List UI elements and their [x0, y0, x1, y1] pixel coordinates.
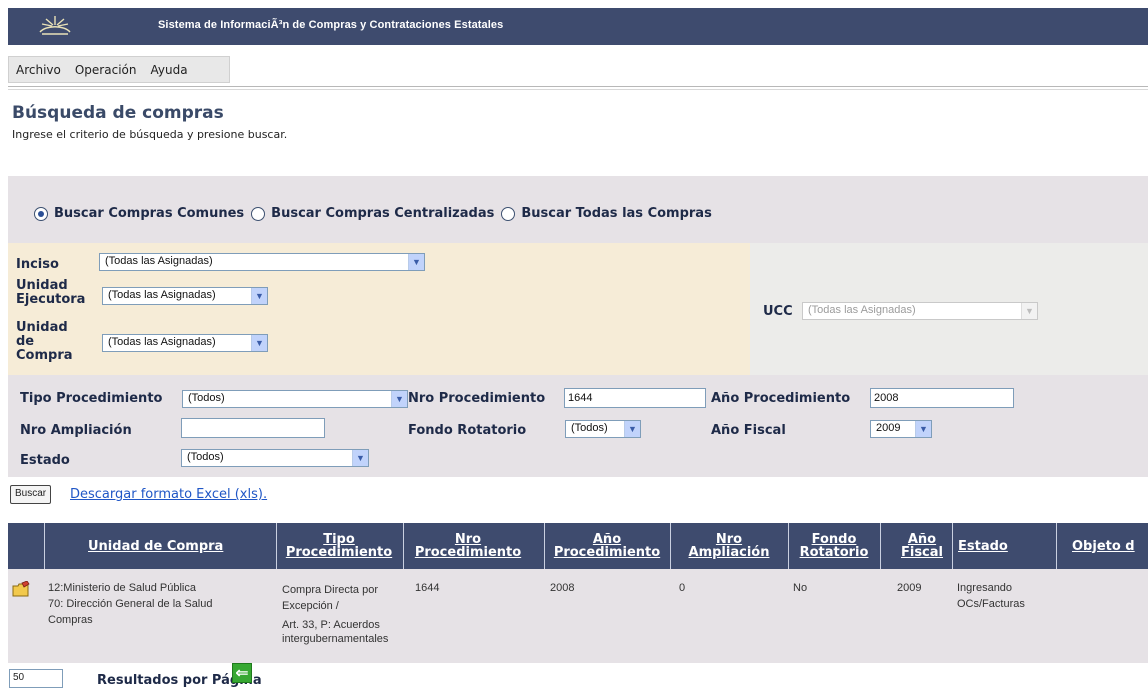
sun-logo-icon [39, 16, 71, 35]
estado-label: Estado [20, 453, 70, 468]
edit-folder-icon[interactable] [12, 581, 30, 597]
column-separator [44, 523, 45, 569]
ucc-panel: UCC (Todas las Asignadas) ▼ [750, 243, 1148, 375]
column-separator [952, 523, 953, 569]
cell-estado: Ingresando OCs/Facturas [957, 582, 1025, 610]
chevron-down-icon: ▼ [251, 288, 267, 304]
col-estado[interactable]: Estado [958, 523, 1048, 569]
cell-anio-fiscal: 2009 [897, 582, 922, 594]
cell-nro-ampliacion: 0 [679, 582, 686, 594]
cell-anio-procedimiento: 2008 [550, 582, 575, 594]
app-header: Sistema de InformaciÃ³n de Compras y Con… [8, 8, 1148, 45]
estado-select[interactable]: (Todos) ▼ [181, 449, 369, 467]
unidad-ejecutora-label: Unidad Ejecutora [16, 278, 86, 307]
column-separator [1056, 523, 1057, 569]
tipo-procedimiento-select[interactable]: (Todos) ▼ [182, 390, 408, 408]
menu-ayuda[interactable]: Ayuda [143, 63, 194, 77]
ucc-label: UCC [763, 304, 793, 319]
inciso-select[interactable]: (Todas las Asignadas) ▼ [99, 253, 425, 271]
chevron-down-icon: ▼ [352, 450, 368, 466]
radio-compras-comunes-label[interactable]: Buscar Compras Comunes [54, 206, 244, 221]
menu-divider [8, 86, 1148, 90]
organization-filter-panel: Inciso (Todas las Asignadas) ▼ Unidad Ej… [8, 243, 750, 375]
nro-ampliacion-input[interactable] [181, 418, 325, 438]
nro-ampliacion-label: Nro Ampliación [20, 423, 132, 438]
radio-compras-centralizadas[interactable] [251, 206, 266, 221]
search-scope-panel: Buscar Compras Comunes Buscar Compras Ce… [8, 176, 1148, 243]
unidad-compra-select[interactable]: (Todas las Asignadas) ▼ [102, 334, 268, 352]
unidad-ejecutora-select[interactable]: (Todas las Asignadas) ▼ [102, 287, 268, 305]
column-separator [880, 523, 881, 569]
menu-bar: Archivo Operación Ayuda [8, 56, 230, 83]
col-anio-fiscal[interactable]: Año Fiscal [892, 523, 952, 569]
cell-fondo-rotatorio: No [793, 582, 808, 594]
fondo-rotatorio-select[interactable]: (Todos) ▼ [565, 420, 641, 438]
anio-procedimiento-label: Año Procedimiento [711, 391, 851, 406]
chevron-down-icon: ▼ [624, 421, 640, 437]
col-nro-ampliacion[interactable]: Nro Ampliación [670, 523, 788, 569]
col-unidad-compra[interactable]: Unidad de Compra [88, 523, 268, 569]
arrow-left-icon[interactable]: ⇐ [232, 663, 252, 683]
results-per-page-input[interactable]: 50 [9, 669, 63, 688]
menu-archivo[interactable]: Archivo [9, 63, 68, 77]
anio-procedimiento-input[interactable]: 2008 [870, 388, 1014, 408]
page-subtitle: Ingrese el criterio de búsqueda y presio… [12, 128, 288, 141]
tipo-procedimiento-label: Tipo Procedimiento [20, 391, 163, 406]
unidad-compra-label: Unidad de Compra [16, 320, 73, 363]
anio-fiscal-label: Año Fiscal [711, 423, 786, 438]
col-tipo-procedimiento[interactable]: Tipo Procedimiento [276, 523, 402, 569]
inciso-label: Inciso [16, 257, 59, 272]
col-objeto[interactable]: Objeto d [1072, 523, 1148, 569]
nro-procedimiento-input[interactable]: 1644 [564, 388, 706, 408]
radio-compras-comunes[interactable] [34, 206, 48, 221]
cell-tipo-procedimiento: Compra Directa por Excepción / Art. 33, … [282, 584, 389, 645]
chevron-down-icon: ▼ [915, 421, 931, 437]
radio-todas-compras-label[interactable]: Buscar Todas las Compras [521, 206, 711, 221]
cell-nro-procedimiento: 1644 [415, 582, 440, 594]
ucc-select[interactable]: (Todas las Asignadas) ▼ [802, 302, 1038, 320]
buscar-button[interactable]: Buscar [10, 485, 52, 504]
menu-operacion[interactable]: Operación [68, 63, 144, 77]
procedure-filter-panel: Tipo Procedimiento (Todos) ▼ Nro Procedi… [8, 375, 1148, 477]
radio-compras-centralizadas-label[interactable]: Buscar Compras Centralizadas [271, 206, 494, 221]
system-title: Sistema de InformaciÃ³n de Compras y Con… [158, 19, 504, 31]
chevron-down-icon: ▼ [251, 335, 267, 351]
cell-unidad-compra: 12:Ministerio de Salud Pública 70: Direc… [48, 582, 213, 626]
chevron-down-icon: ▼ [408, 254, 424, 270]
anio-fiscal-select[interactable]: 2009 ▼ [870, 420, 932, 438]
results-header: Unidad de Compra Tipo Procedimiento Nro Pr… [8, 523, 1148, 569]
col-anio-procedimiento[interactable]: Año Procedimiento [544, 523, 670, 569]
download-excel-link[interactable]: Descargar formato Excel (xls). [70, 487, 267, 502]
results-table: Unidad de Compra Tipo Procedimiento Nro Pr… [8, 523, 1148, 663]
col-fondo-rotatorio[interactable]: Fondo Rotatorio [788, 523, 880, 569]
nro-procedimiento-label: Nro Procedimiento [408, 391, 546, 406]
col-nro-procedimiento[interactable]: Nro Procedimiento [403, 523, 533, 569]
radio-todas-compras[interactable] [501, 206, 516, 221]
chevron-down-icon: ▼ [391, 391, 407, 407]
fondo-rotatorio-label: Fondo Rotatorio [408, 423, 527, 438]
chevron-down-icon: ▼ [1021, 303, 1037, 319]
page-title: Búsqueda de compras [12, 103, 224, 123]
